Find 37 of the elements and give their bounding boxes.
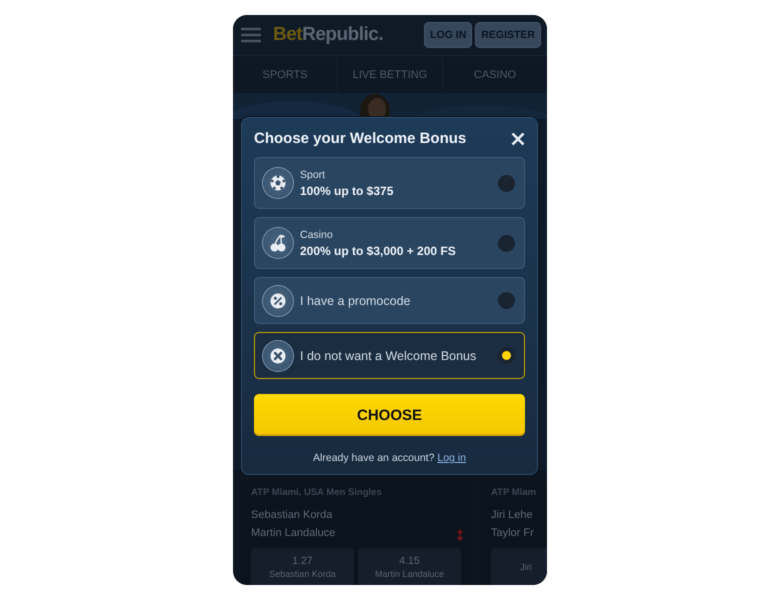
status-icon — [457, 529, 463, 541]
bonus-option[interactable]: I do not want a Welcome Bonus — [254, 332, 525, 379]
option-label: I do not want a Welcome Bonus — [300, 348, 478, 362]
choose-button[interactable]: CHOOSE — [254, 394, 525, 436]
login-prompt: Already have an account? Log in — [312, 452, 467, 464]
register-button[interactable]: REGISTER — [475, 22, 541, 48]
percent-icon — [270, 292, 286, 308]
cross-icon — [270, 348, 286, 364]
login-link[interactable]: Log in — [437, 452, 466, 464]
login-button[interactable]: LOG IN — [424, 22, 472, 48]
radio-button[interactable] — [498, 234, 515, 252]
cherries-icon — [270, 234, 286, 252]
nav-tab[interactable]: CASINO — [443, 56, 547, 93]
player-name: Martin Landaluce — [251, 526, 336, 541]
player-name: Taylor Fr — [491, 526, 534, 541]
option-label: Casino — [300, 228, 334, 240]
close-icon — [511, 132, 525, 146]
odds-button[interactable]: 1.27 Sebastian Korda — [251, 548, 354, 585]
ball-icon — [270, 175, 286, 191]
option-label: Sport — [300, 168, 326, 180]
bonus-option[interactable]: I have a promocode — [254, 277, 525, 324]
close-button[interactable] — [511, 132, 525, 146]
logo[interactable]: BetRepublic. — [273, 24, 412, 46]
odds-button[interactable]: Jiri — [491, 548, 547, 585]
player-name: Sebastian Korda — [251, 508, 332, 523]
menu-icon[interactable] — [241, 27, 261, 43]
option-label: I have a promocode — [300, 294, 412, 308]
bonus-option[interactable]: Casino 200% up to $3,000 + 200 FS — [254, 217, 525, 269]
radio-button[interactable] — [498, 292, 515, 309]
bonus-option[interactable]: Sport 100% up to $375 — [254, 157, 525, 209]
bonus-offer: 100% up to $375 — [300, 184, 394, 198]
odds-button[interactable]: 4.15 Martin Landaluce — [358, 548, 461, 585]
bonus-offer: 200% up to $3,000 + 200 FS — [300, 244, 457, 258]
modal-title: Choose your Welcome Bonus — [254, 130, 466, 147]
player-name: Jiri Lehe — [491, 508, 533, 523]
radio-button[interactable] — [498, 174, 515, 192]
radio-button[interactable] — [498, 347, 515, 364]
